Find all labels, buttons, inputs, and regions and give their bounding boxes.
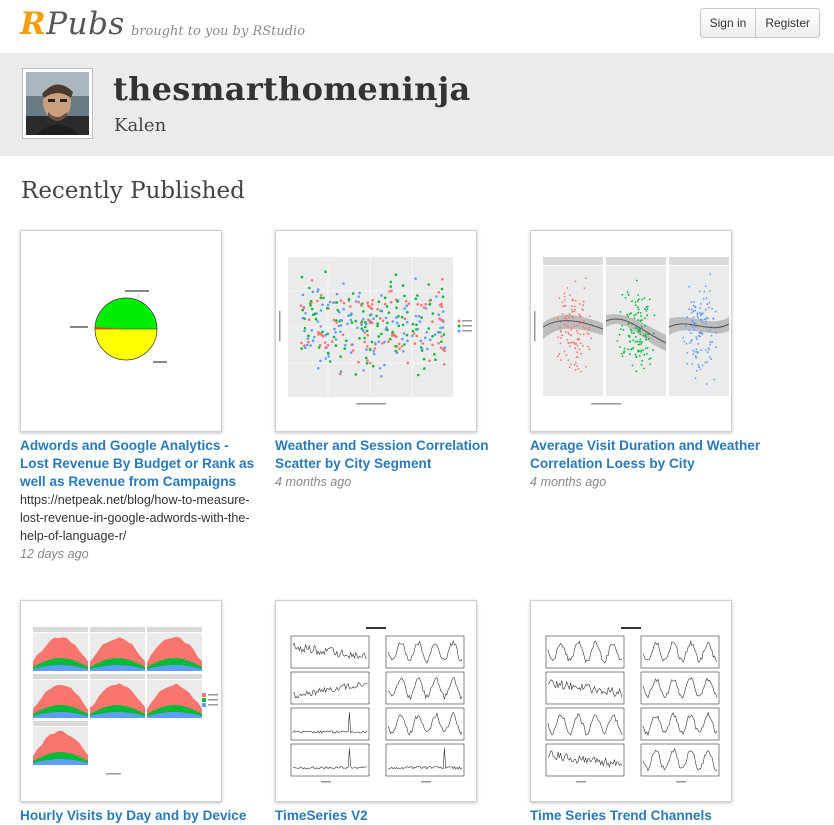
auth-button-group: Sign in Register — [699, 8, 820, 38]
stacked-area-facets-thumbnail[interactable] — [20, 600, 222, 802]
publication-card: Adwords and Google Analytics - Lost Reve… — [20, 230, 260, 563]
top-bar: RPubs brought to you by RStudio Sign in … — [0, 0, 834, 53]
avatar-photo — [26, 72, 89, 135]
publication-date: 12 days ago — [20, 547, 89, 561]
trend-channels-thumbnail[interactable] — [530, 600, 732, 802]
faceted-loess-thumbnail[interactable] — [530, 230, 732, 432]
publication-title[interactable]: Hourly Visits by Day and by Device — [20, 807, 255, 825]
register-button[interactable]: Register — [755, 9, 819, 37]
publication-description: https://netpeak.net/blog/how-to-measure-… — [20, 493, 250, 543]
publication-title[interactable]: Time Series Trend Channels — [530, 807, 765, 825]
publication-title[interactable]: Average Visit Duration and Weather Corre… — [530, 437, 765, 473]
tagline: brought to you by RStudio — [131, 24, 306, 39]
publication-card: Average Visit Duration and Weather Corre… — [530, 230, 770, 491]
time-series-thumbnail[interactable] — [275, 600, 477, 802]
profile-username: thesmarthomeninja — [113, 70, 471, 108]
section-title: Recently Published — [21, 178, 245, 204]
publication-title[interactable]: TimeSeries V2 — [275, 807, 510, 825]
rpubs-logo[interactable]: RPubs — [20, 6, 125, 42]
publication-card: Time Series Trend Channels — [530, 600, 770, 825]
profile-name: Kalen — [114, 115, 167, 136]
publication-title[interactable]: Weather and Session Correlation Scatter … — [275, 437, 510, 473]
sign-in-button[interactable]: Sign in — [701, 9, 756, 37]
publication-card: TimeSeries V2 — [275, 600, 515, 825]
avatar — [22, 68, 93, 139]
profile-header: thesmarthomeninja Kalen — [0, 53, 834, 156]
publication-title[interactable]: Adwords and Google Analytics - Lost Reve… — [20, 437, 255, 491]
scatter-plot-thumbnail[interactable] — [275, 230, 477, 432]
publication-date: 4 months ago — [530, 475, 607, 489]
publication-card: Weather and Session Correlation Scatter … — [275, 230, 515, 491]
publication-date: 4 months ago — [275, 475, 352, 489]
pie-chart-thumbnail[interactable] — [20, 230, 222, 432]
publication-card: Hourly Visits by Day and by Device — [20, 600, 260, 825]
